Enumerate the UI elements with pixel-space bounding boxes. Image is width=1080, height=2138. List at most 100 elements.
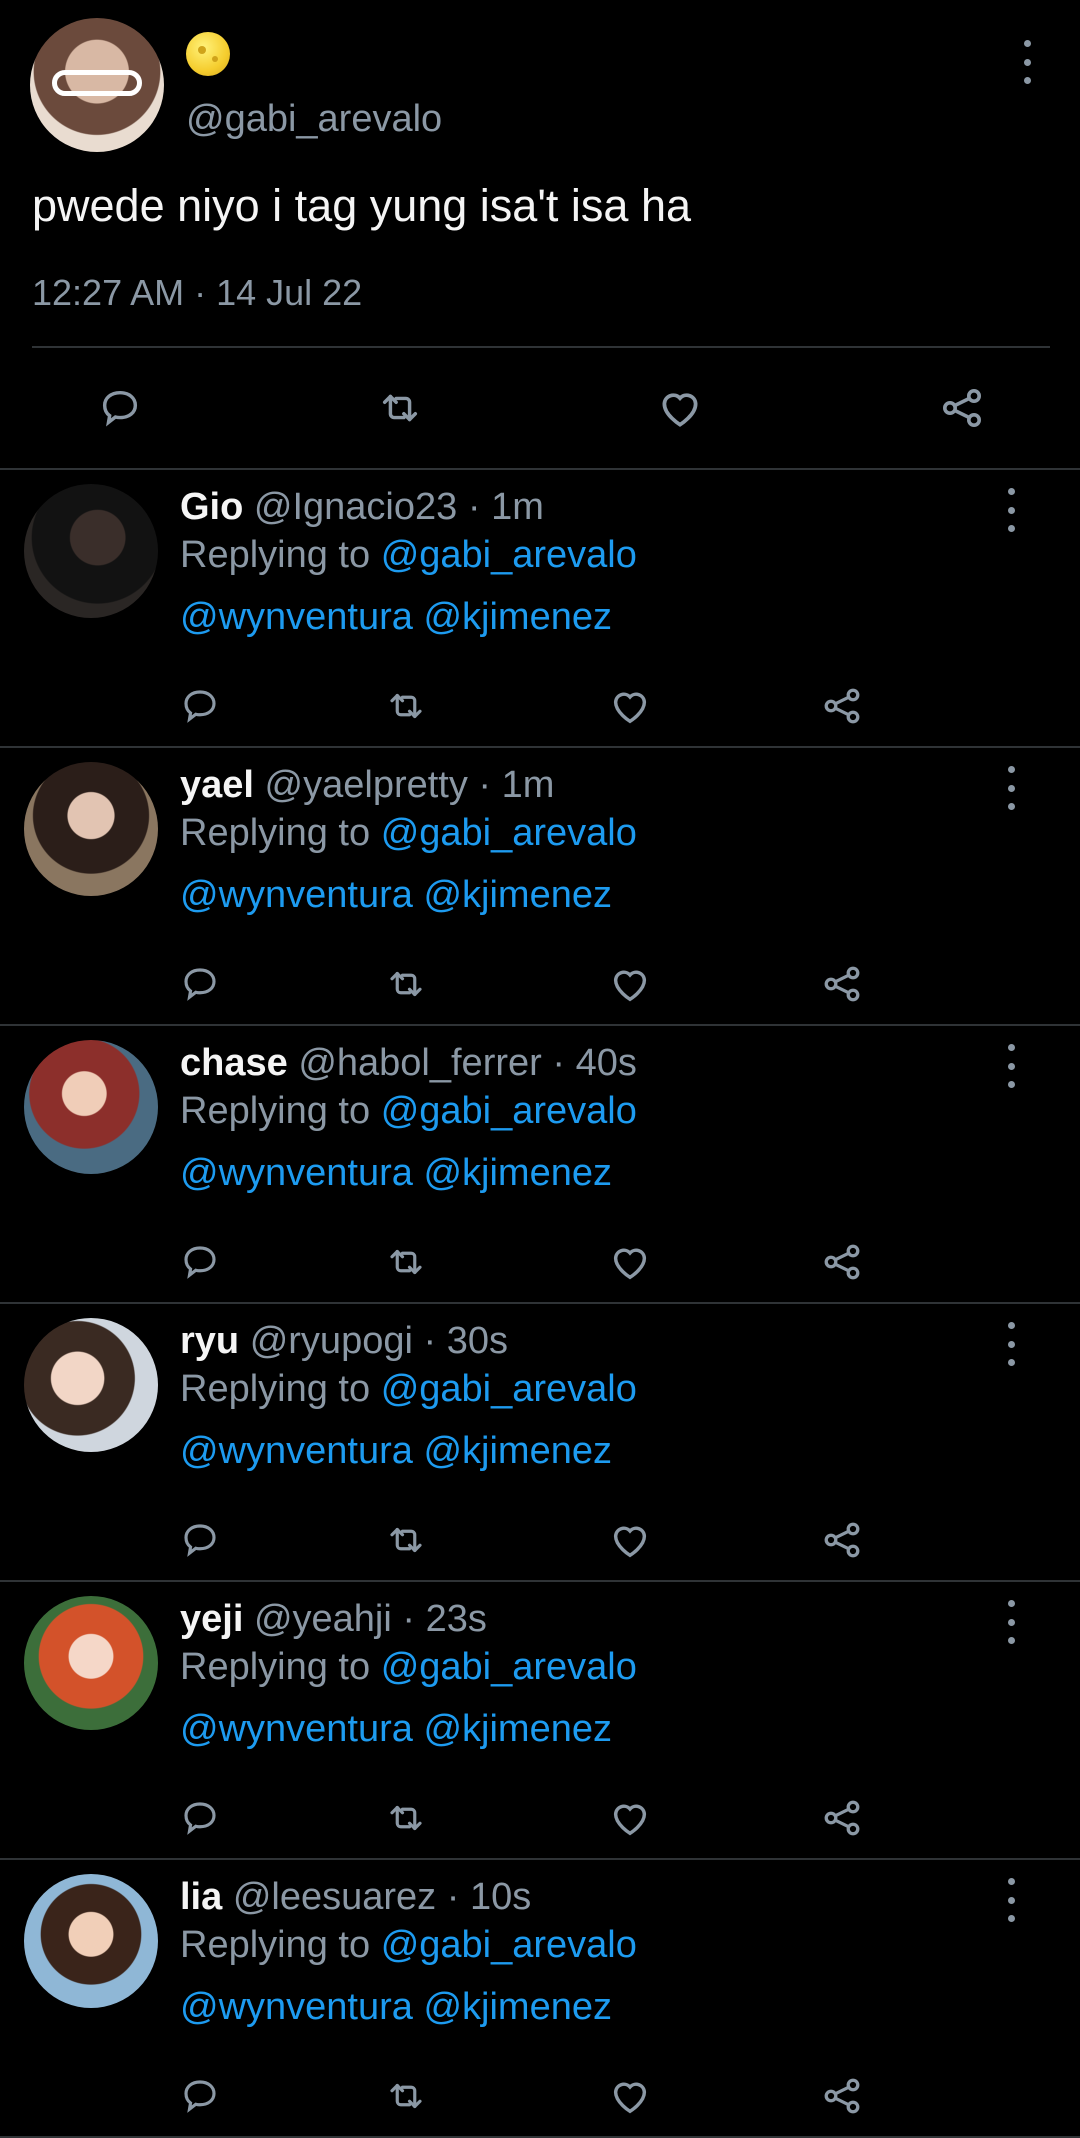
replying-to-link[interactable]: @gabi_arevalo — [381, 534, 637, 576]
avatar[interactable] — [24, 1596, 158, 1730]
more-options-icon[interactable] — [1012, 40, 1042, 84]
reply-tweet[interactable]: yael @yaelpretty · 1m Replying to @gabi_… — [0, 748, 1080, 1026]
reply-author-name[interactable]: yeji — [180, 1598, 243, 1640]
avatar[interactable] — [24, 762, 158, 896]
reply-action-bar — [0, 1232, 1080, 1292]
reply-icon[interactable] — [90, 378, 150, 438]
reply-text-mentions[interactable]: @wynventura @kjimenez — [180, 874, 612, 917]
heart-icon[interactable] — [600, 2066, 660, 2126]
reply-action-bar — [0, 676, 1080, 736]
replying-to-link[interactable]: @gabi_arevalo — [381, 1924, 637, 1966]
more-options-icon[interactable] — [996, 1322, 1026, 1366]
reply-time: 23s — [425, 1598, 487, 1640]
reply-icon[interactable] — [170, 1510, 230, 1570]
reply-icon[interactable] — [170, 2066, 230, 2126]
replying-to-label: Replying to — [180, 812, 371, 854]
reply-icon[interactable] — [170, 954, 230, 1014]
reply-action-bar — [0, 2066, 1080, 2126]
share-icon[interactable] — [932, 378, 992, 438]
reply-time: 10s — [469, 1876, 532, 1918]
heart-icon[interactable] — [600, 1510, 660, 1570]
avatar[interactable] — [24, 1874, 158, 2008]
heart-icon[interactable] — [600, 1788, 660, 1848]
separator-dot: · — [467, 486, 492, 528]
reply-action-bar — [0, 1510, 1080, 1570]
reply-icon[interactable] — [170, 1788, 230, 1848]
share-icon[interactable] — [812, 676, 872, 736]
replying-to-link[interactable]: @gabi_arevalo — [381, 812, 637, 854]
author-handle[interactable]: @gabi_arevalo — [186, 98, 442, 141]
reply-author-handle[interactable]: @ryupogi — [250, 1320, 413, 1362]
separator-dot: · — [446, 1876, 470, 1918]
reply-author-handle[interactable]: @habol_ferrer — [298, 1042, 541, 1084]
replying-to-link[interactable]: @gabi_arevalo — [381, 1646, 637, 1688]
avatar[interactable] — [30, 18, 164, 152]
more-options-icon[interactable] — [996, 766, 1026, 810]
reply-tweet[interactable]: yeji @yeahji · 23s Replying to @gabi_are… — [0, 1582, 1080, 1860]
more-options-icon[interactable] — [996, 488, 1026, 532]
reply-author-name[interactable]: chase — [180, 1042, 288, 1084]
heart-icon[interactable] — [600, 954, 660, 1014]
more-options-icon[interactable] — [996, 1878, 1026, 1922]
main-tweet: @gabi_arevalo pwede niyo i tag yung isa'… — [0, 0, 1080, 470]
retweet-icon[interactable] — [370, 378, 430, 438]
share-icon[interactable] — [812, 1232, 872, 1292]
reply-icon[interactable] — [170, 676, 230, 736]
replying-to: Replying to @gabi_arevalo — [180, 812, 637, 855]
avatar[interactable] — [24, 1318, 158, 1452]
more-options-icon[interactable] — [996, 1600, 1026, 1644]
reply-action-bar — [0, 1788, 1080, 1848]
reply-author-handle[interactable]: @leesuarez — [233, 1876, 436, 1918]
reply-tweet[interactable]: chase @habol_ferrer · 40s Replying to @g… — [0, 1026, 1080, 1304]
reply-text-mentions[interactable]: @wynventura @kjimenez — [180, 596, 612, 639]
reply-author-name[interactable]: ryu — [180, 1320, 239, 1362]
replying-to-label: Replying to — [180, 1646, 371, 1688]
reply-time: 1m — [491, 486, 544, 528]
reply-author-handle[interactable]: @Ignacio23 — [254, 486, 457, 528]
share-icon[interactable] — [812, 1788, 872, 1848]
reply-text-mentions[interactable]: @wynventura @kjimenez — [180, 1152, 612, 1195]
reply-author-name[interactable]: Gio — [180, 486, 243, 528]
reply-text-mentions[interactable]: @wynventura @kjimenez — [180, 1986, 612, 2029]
moon-emoji-icon — [186, 32, 230, 76]
replying-to-label: Replying to — [180, 1368, 371, 1410]
replying-to: Replying to @gabi_arevalo — [180, 1646, 637, 1689]
retweet-icon[interactable] — [376, 954, 436, 1014]
avatar[interactable] — [24, 1040, 158, 1174]
share-icon[interactable] — [812, 2066, 872, 2126]
retweet-icon[interactable] — [376, 676, 436, 736]
replying-to: Replying to @gabi_arevalo — [180, 534, 637, 577]
heart-icon[interactable] — [600, 676, 660, 736]
replying-to: Replying to @gabi_arevalo — [180, 1924, 637, 1967]
reply-tweet[interactable]: lia @leesuarez · 10s Replying to @gabi_a… — [0, 1860, 1080, 2138]
retweet-icon[interactable] — [376, 1788, 436, 1848]
more-options-icon[interactable] — [996, 1044, 1026, 1088]
reply-time: 40s — [575, 1042, 637, 1084]
replying-to-label: Replying to — [180, 1090, 371, 1132]
reply-author-handle[interactable]: @yeahji — [254, 1598, 392, 1640]
reply-text-mentions[interactable]: @wynventura @kjimenez — [180, 1430, 612, 1473]
reply-time: 1m — [501, 764, 555, 806]
avatar[interactable] — [24, 484, 158, 618]
separator-dot: · — [552, 1042, 576, 1084]
share-icon[interactable] — [812, 1510, 872, 1570]
tweet-text: pwede niyo i tag yung isa't isa ha — [32, 180, 692, 231]
retweet-icon[interactable] — [376, 1510, 436, 1570]
reply-icon[interactable] — [170, 1232, 230, 1292]
replying-to-link[interactable]: @gabi_arevalo — [381, 1368, 637, 1410]
divider — [32, 346, 1050, 348]
heart-icon[interactable] — [650, 378, 710, 438]
heart-icon[interactable] — [600, 1232, 660, 1292]
reply-author-name[interactable]: yael — [180, 764, 254, 806]
replying-to-link[interactable]: @gabi_arevalo — [381, 1090, 637, 1132]
replying-to-label: Replying to — [180, 1924, 371, 1966]
reply-text-mentions[interactable]: @wynventura @kjimenez — [180, 1708, 612, 1751]
reply-author-name[interactable]: lia — [180, 1876, 222, 1918]
share-icon[interactable] — [812, 954, 872, 1014]
reply-tweet[interactable]: ryu @ryupogi · 30s Replying to @gabi_are… — [0, 1304, 1080, 1582]
retweet-icon[interactable] — [376, 1232, 436, 1292]
reply-author-handle[interactable]: @yaelpretty — [265, 764, 468, 806]
retweet-icon[interactable] — [376, 2066, 436, 2126]
reply-tweet[interactable]: Gio @Ignacio23 · 1m Replying to @gabi_ar… — [0, 470, 1080, 748]
replying-to: Replying to @gabi_arevalo — [180, 1368, 637, 1411]
